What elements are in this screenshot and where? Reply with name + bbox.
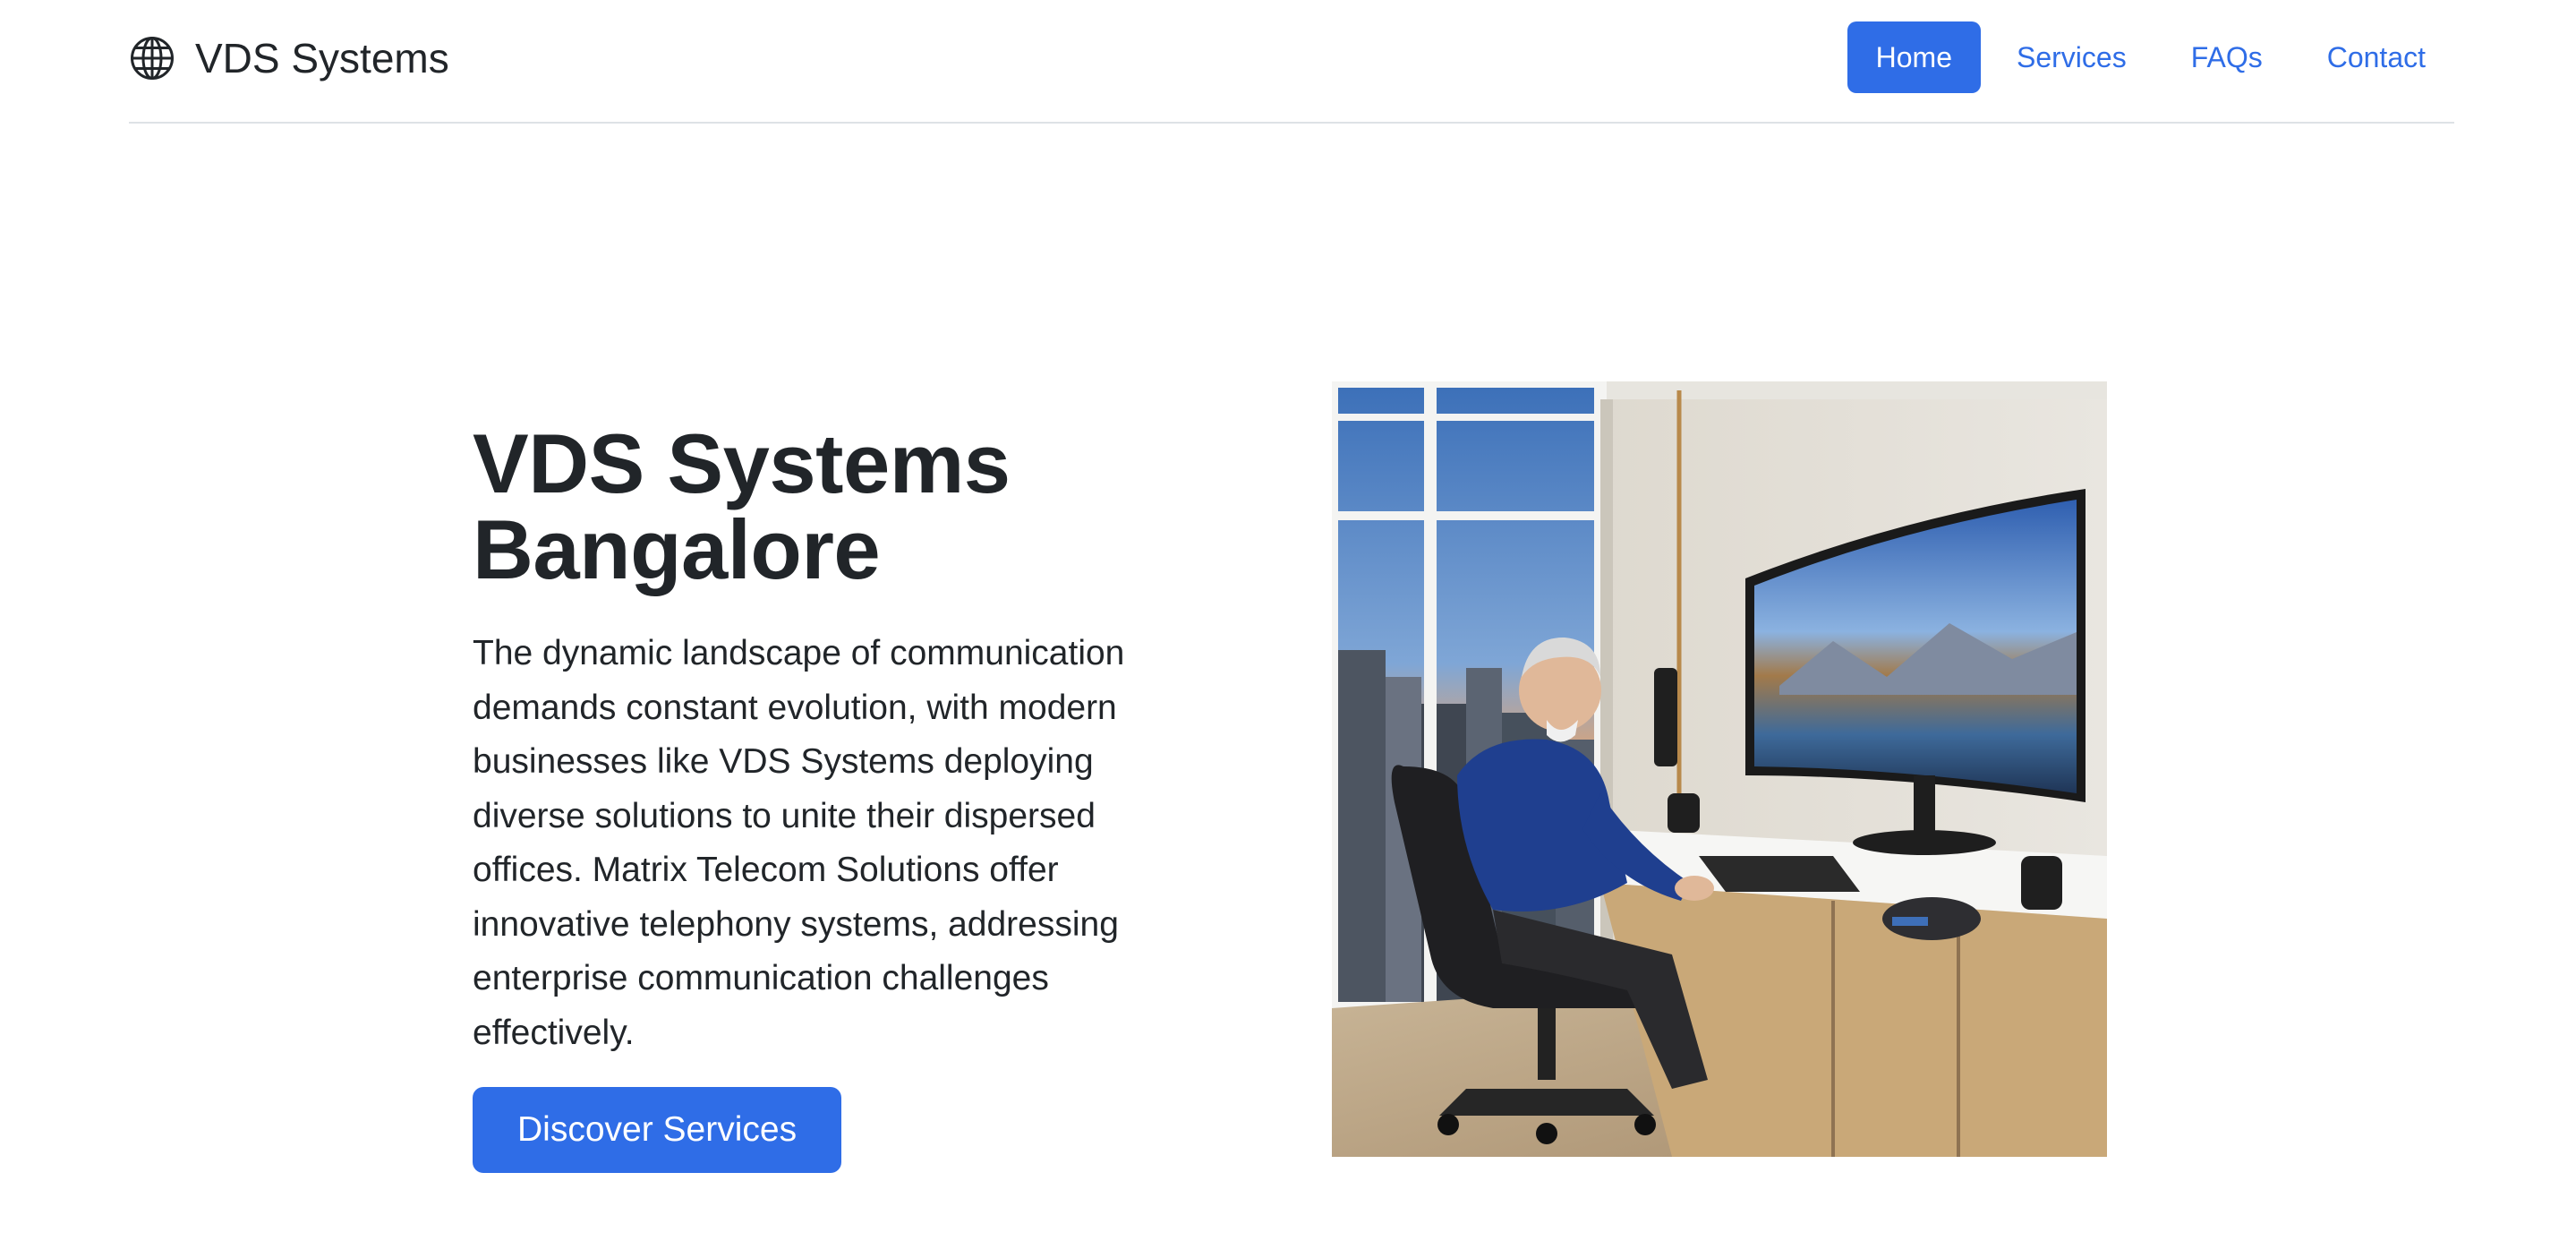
hero-title-line2: Bangalore xyxy=(473,502,881,596)
globe-icon xyxy=(131,37,174,80)
nav-home[interactable]: Home xyxy=(1847,21,1981,93)
nav-contact[interactable]: Contact xyxy=(2299,21,2454,93)
main-nav: Home Services FAQs Contact xyxy=(1847,21,2454,93)
site-header: VDS Systems Home Services FAQs Contact xyxy=(129,0,2454,124)
nav-faqs[interactable]: FAQs xyxy=(2162,21,2291,93)
hero-title-line1: VDS Systems xyxy=(473,416,1011,510)
nav-services[interactable]: Services xyxy=(1988,21,2155,93)
discover-services-button[interactable]: Discover Services xyxy=(473,1087,842,1173)
brand-name: VDS Systems xyxy=(195,35,449,81)
hero-section: VDS Systems Bangalore The dynamic landsc… xyxy=(473,421,1224,1173)
brand-link[interactable]: VDS Systems xyxy=(129,27,449,90)
hero-image xyxy=(1332,381,2107,1157)
page: VDS Systems Home Services FAQs Contact V… xyxy=(0,0,2576,1241)
hero-lead: The dynamic landscape of communication d… xyxy=(473,634,1125,1052)
hero-title: VDS Systems Bangalore xyxy=(473,421,1224,593)
